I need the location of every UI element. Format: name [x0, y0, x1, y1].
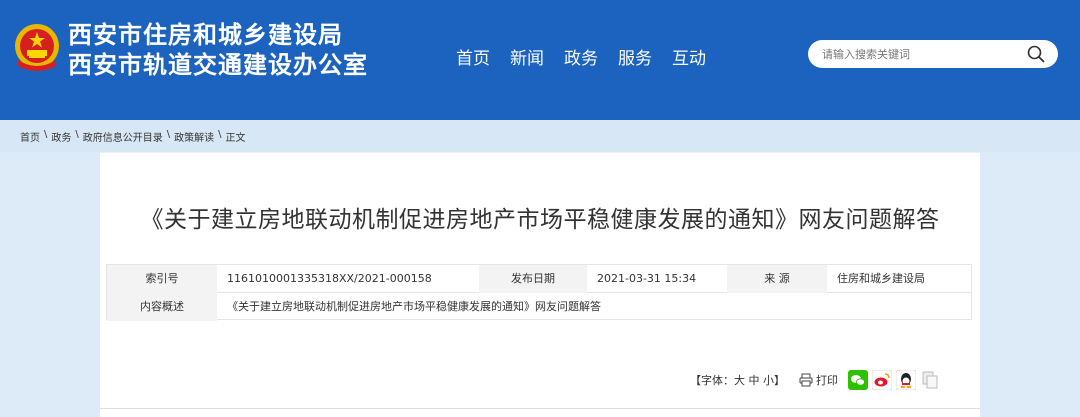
site-title: 西安市住房和城乡建设局 西安市轨道交通建设办公室 [68, 20, 368, 80]
national-emblem-icon [15, 24, 59, 71]
search-box [808, 40, 1058, 68]
index-number-label: 索引号 [107, 265, 217, 293]
nav-item-home[interactable]: 首页 [456, 44, 490, 69]
search-icon[interactable] [1026, 44, 1046, 64]
print-button[interactable]: 打印 [799, 372, 838, 388]
nav-item-affairs[interactable]: 政务 [564, 44, 598, 69]
summary-value: 《关于建立房地联动机制促进房地产市场平稳健康发展的通知》网友问题解答 [227, 300, 601, 313]
site-title-line-2: 西安市轨道交通建设办公室 [68, 51, 368, 79]
qq-share-icon[interactable] [896, 370, 916, 390]
breadcrumb-bar: 首页 \ 政务 \ 政府信息公开目录 \ 政策解读 \ 正文 [0, 120, 1080, 152]
font-size-medium[interactable]: 中 [749, 374, 760, 387]
search-input[interactable] [822, 40, 1022, 68]
breadcrumb-disclosure-catalog[interactable]: 政府信息公开目录 [83, 129, 163, 144]
copy-link-icon[interactable] [920, 370, 940, 390]
metadata-row: 索引号 1161010001335318XX/2021-000158 发布日期 … [107, 265, 971, 293]
nav-item-news[interactable]: 新闻 [510, 44, 544, 69]
index-number-value: 1161010001335318XX/2021-000158 [227, 272, 432, 285]
summary-label: 内容概述 [107, 293, 217, 321]
breadcrumb-separator: \ [218, 129, 222, 140]
font-size-small[interactable]: 小 [763, 374, 774, 387]
page-title: 《关于建立房地联动机制促进房地产市场平稳健康发展的通知》网友问题解答 [140, 207, 940, 233]
breadcrumb: 首页 \ 政务 \ 政府信息公开目录 \ 政策解读 \ 正文 [20, 129, 246, 144]
font-size-prefix: 【字体： [690, 374, 734, 387]
publish-date-value: 2021-03-31 15:34 [597, 272, 697, 285]
breadcrumb-separator: \ [75, 129, 79, 140]
metadata-table: 索引号 1161010001335318XX/2021-000158 发布日期 … [106, 264, 972, 321]
site-header: 西安市住房和城乡建设局 西安市轨道交通建设办公室 首页 新闻 政务 服务 互动 [0, 0, 1080, 120]
main-nav: 首页 新闻 政务 服务 互动 [456, 44, 706, 69]
wechat-share-icon[interactable] [848, 370, 868, 390]
breadcrumb-home[interactable]: 首页 [20, 129, 40, 144]
print-label: 打印 [816, 374, 838, 387]
source-label: 来 源 [727, 265, 827, 293]
divider [100, 152, 980, 153]
breadcrumb-affairs[interactable]: 政务 [51, 129, 71, 144]
breadcrumb-separator: \ [44, 129, 48, 140]
breadcrumb-policy-interpretation[interactable]: 政策解读 [174, 129, 214, 144]
font-size-large[interactable]: 大 [734, 374, 745, 387]
source-value: 住房和城乡建设局 [837, 272, 925, 285]
metadata-row: 内容概述 《关于建立房地联动机制促进房地产市场平稳健康发展的通知》网友问题解答 [107, 293, 971, 321]
nav-item-services[interactable]: 服务 [618, 44, 652, 69]
nav-item-interaction[interactable]: 互动 [672, 44, 706, 69]
font-size-suffix: 】 [774, 374, 785, 387]
breadcrumb-separator: \ [166, 129, 171, 140]
weibo-share-icon[interactable] [872, 370, 892, 390]
printer-icon [799, 373, 813, 387]
publish-date-label: 发布日期 [479, 265, 587, 293]
breadcrumb-current: 正文 [225, 133, 246, 144]
site-title-line-1: 西安市住房和城乡建设局 [68, 21, 343, 49]
font-size-control: 【字体：大 中 小】 [690, 372, 785, 388]
divider [100, 408, 980, 409]
article-tools: 【字体：大 中 小】 打印 [690, 370, 940, 390]
